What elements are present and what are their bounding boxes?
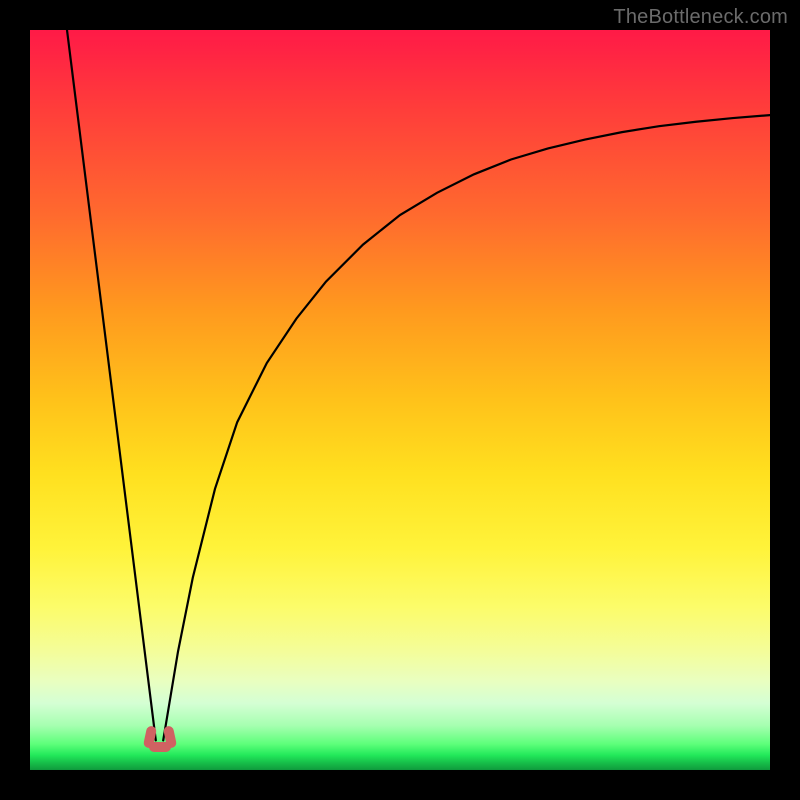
bottleneck-curve (30, 30, 770, 770)
chart-frame: TheBottleneck.com (0, 0, 800, 800)
plot-area (30, 30, 770, 770)
watermark-text: TheBottleneck.com (613, 6, 788, 29)
